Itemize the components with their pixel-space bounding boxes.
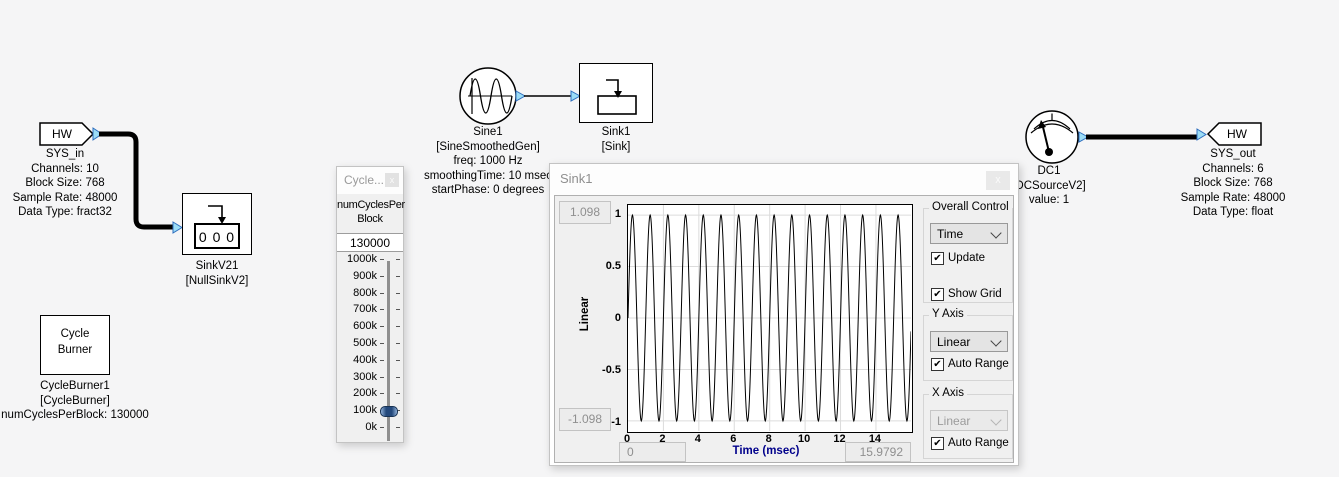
meter-pivot-icon	[1045, 148, 1053, 156]
dc1-labels: DC1 [DCSourceV2] value: 1	[1012, 164, 1086, 208]
show-grid-checkbox[interactable]: ✔ Show Grid	[931, 287, 1002, 301]
cycle-burner-inspector-window: Cycle... x numCyclesPerBlock 130000 1000…	[336, 166, 404, 443]
checkbox-checked-icon: ✔	[931, 288, 944, 301]
block-name: SYS_in	[13, 147, 118, 162]
cycle-burner-labels: CycleBurner1 [CycleBurner] numCyclesPerB…	[1, 379, 149, 423]
block-type: [NullSinkV2]	[186, 274, 249, 289]
block-name: Sine1	[424, 125, 552, 140]
block-type: [CycleBurner]	[1, 394, 149, 409]
block-sink1[interactable]	[579, 63, 653, 123]
y-auto-range-checkbox[interactable]: ✔ Auto Range	[931, 357, 1009, 371]
slider-window-titlebar[interactable]: Cycle... x	[337, 167, 403, 194]
block-name: SYS_out	[1181, 147, 1286, 162]
sine1-labels: Sine1 [SineSmoothedGen] freq: 1000 Hzsmo…	[424, 125, 552, 198]
counter-digits: 0 0 0	[199, 229, 235, 245]
sys-in-hw-label: HW	[52, 127, 73, 141]
chevron-down-icon	[990, 335, 1001, 346]
counter-sink-icon: 0 0 0	[183, 194, 250, 253]
selected-value: Time	[937, 227, 963, 241]
x-axis-label: Time (msec)	[695, 445, 837, 457]
x-auto-range-checkbox[interactable]: ✔ Auto Range	[931, 436, 1009, 450]
sinkv21-input-port-icon	[173, 222, 182, 233]
close-icon[interactable]: x	[986, 171, 1010, 190]
x-start-field[interactable]: 0	[619, 442, 686, 462]
x-axis-group: X Axis Linear ✔ Auto Range	[923, 394, 1013, 459]
sink1-labels: Sink1 [Sink]	[602, 125, 631, 154]
checkbox-label: Auto Range	[948, 437, 1009, 449]
block-type: [Sink]	[602, 140, 631, 155]
group-title: X Axis	[929, 387, 967, 399]
window-title: Sink1	[560, 171, 593, 186]
checkbox-label: Show Grid	[948, 288, 1002, 300]
y-axis-scale-select[interactable]: Linear	[930, 331, 1008, 352]
overall-control-group: Overall Control Time ✔ Update ✔ Show Gri…	[923, 208, 1013, 303]
checkbox-checked-icon: ✔	[931, 358, 944, 371]
update-checkbox[interactable]: ✔ Update	[931, 251, 985, 265]
overall-control-select[interactable]: Time	[930, 223, 1008, 244]
sink-icon	[580, 64, 651, 121]
scope-plot-area	[627, 204, 913, 433]
cycle-burner-body-text: CycleBurner	[41, 316, 109, 358]
slider-thumb[interactable]	[380, 406, 398, 417]
checkbox-checked-icon: ✔	[931, 437, 944, 450]
sys-out-hw-label: HW	[1227, 127, 1248, 141]
selected-value: Linear	[937, 335, 970, 349]
chevron-down-icon	[990, 414, 1001, 425]
x-axis-scale-select-disabled: Linear	[930, 410, 1008, 431]
num-cycles-value-field[interactable]: 130000	[337, 233, 403, 252]
block-name: CycleBurner1	[1, 379, 149, 394]
window-title: Cycle...	[344, 173, 384, 187]
sys-out-labels: SYS_out Channels: 6Block Size: 768Sample…	[1181, 147, 1286, 220]
block-name: DC1	[1012, 164, 1086, 179]
group-title: Overall Control	[929, 201, 1012, 213]
sys-out-input-port-icon	[1197, 129, 1206, 140]
param-name-label: numCyclesPerBlock	[337, 198, 403, 226]
sys-in-labels: SYS_in Channels: 10Block Size: 768Sample…	[13, 147, 118, 220]
checkbox-checked-icon: ✔	[931, 252, 944, 265]
y-axis-label: Linear	[579, 297, 591, 332]
scope-window-titlebar[interactable]: Sink1 x	[550, 164, 1018, 195]
sink1-scope-window: Sink1 x 1.098 -1.098 Linear 10.50-0.5-1 …	[549, 163, 1019, 466]
block-cycle-burner[interactable]: CycleBurner	[40, 315, 110, 375]
checkbox-label: Update	[948, 252, 985, 264]
chevron-down-icon	[990, 227, 1001, 238]
y-axis-group: Y Axis Linear ✔ Auto Range	[923, 315, 1013, 381]
block-param: numCyclesPerBlock: 130000	[1, 408, 149, 423]
waveform-plot	[628, 205, 911, 431]
block-name: Sink1	[602, 125, 631, 140]
close-icon[interactable]: x	[385, 173, 399, 187]
sine1-output-port-icon	[516, 91, 525, 101]
block-param: value: 1	[1012, 193, 1086, 208]
block-type: [SineSmoothedGen]	[424, 140, 552, 155]
block-sinkv21[interactable]: 0 0 0	[182, 193, 252, 255]
sinkv21-labels: SinkV21 [NullSinkV2]	[186, 259, 249, 288]
block-type: [DCSourceV2]	[1012, 179, 1086, 194]
selected-value: Linear	[937, 414, 970, 428]
block-name: SinkV21	[186, 259, 249, 274]
scope-panel: 1.098 -1.098 Linear 10.50-0.5-1 02468101…	[554, 195, 1014, 463]
group-title: Y Axis	[929, 308, 967, 320]
x-end-field[interactable]: 15.9792	[845, 442, 911, 462]
audio-weaver-canvas: HW HW 0 0 0	[0, 0, 1339, 477]
checkbox-label: Auto Range	[948, 358, 1009, 370]
